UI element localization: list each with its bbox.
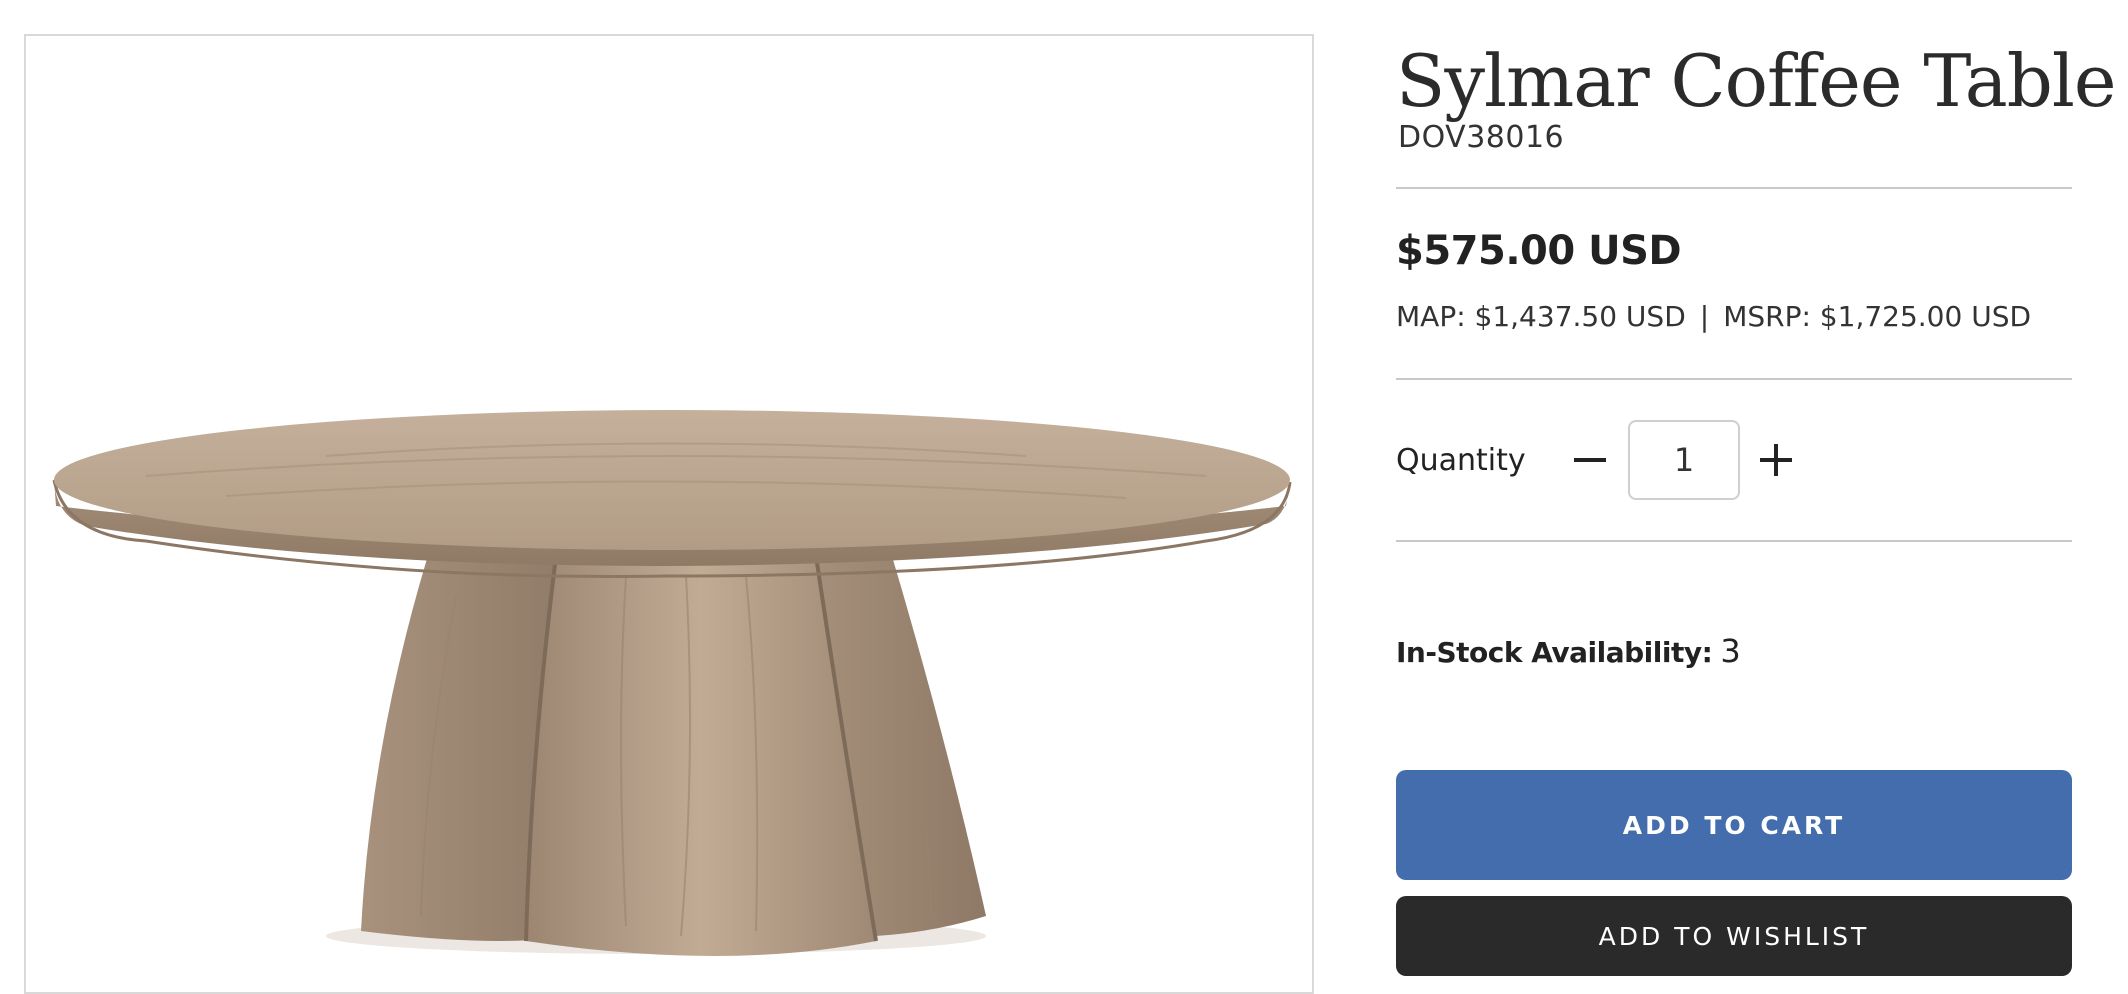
product-price: $575.00 USD bbox=[1396, 228, 1682, 274]
product-image[interactable] bbox=[24, 34, 1314, 994]
plus-icon bbox=[1760, 444, 1792, 476]
pricing-reference: MAP: $1,437.50 USD | MSRP: $1,725.00 USD bbox=[1396, 300, 2031, 333]
quantity-label: Quantity bbox=[1396, 443, 1526, 478]
quantity-decrement-button[interactable] bbox=[1562, 420, 1618, 500]
stock-count: 3 bbox=[1720, 632, 1741, 670]
map-price: MAP: $1,437.50 USD bbox=[1396, 300, 1686, 333]
divider bbox=[1396, 378, 2072, 380]
divider bbox=[1396, 187, 2072, 189]
minus-icon bbox=[1574, 458, 1606, 462]
product-sku: DOV38016 bbox=[1398, 120, 1565, 155]
coffee-table-illustration bbox=[52, 410, 1292, 956]
quantity-increment-button[interactable] bbox=[1748, 420, 1804, 500]
price-separator: | bbox=[1699, 300, 1710, 333]
stock-label: In-Stock Availability: bbox=[1396, 636, 1713, 669]
divider bbox=[1396, 540, 2072, 542]
add-to-cart-button[interactable]: ADD TO CART bbox=[1396, 770, 2072, 880]
msrp-price: MSRP: $1,725.00 USD bbox=[1723, 300, 2032, 333]
quantity-input[interactable] bbox=[1628, 420, 1740, 500]
stock-availability: In-Stock Availability: 3 bbox=[1396, 632, 1741, 670]
product-title: Sylmar Coffee Table bbox=[1396, 39, 2116, 123]
add-to-wishlist-button[interactable]: ADD TO WISHLIST bbox=[1396, 896, 2072, 976]
